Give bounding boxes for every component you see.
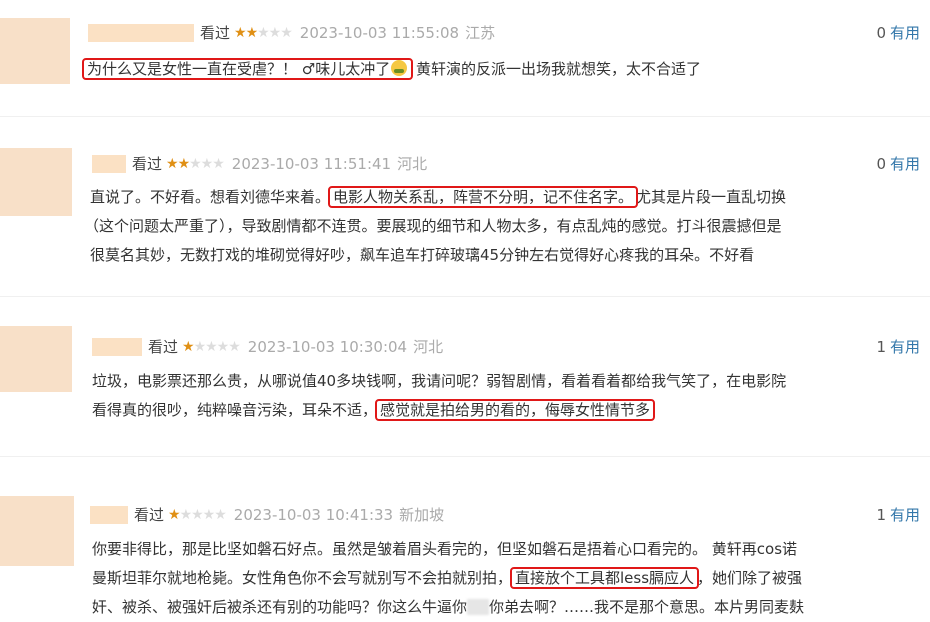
highlight-box: 电影人物关系乱，阵营不分明，记不住名字。 <box>328 186 639 208</box>
review-time: 2023-10-03 11:51:41 <box>231 154 392 173</box>
useful-button[interactable]: 有用 <box>890 506 920 524</box>
useful-count: 0 <box>876 24 886 42</box>
avatar[interactable] <box>0 326 72 392</box>
review-time: 2023-10-03 10:41:33 <box>233 505 394 524</box>
watched-label: 看过 <box>200 24 231 42</box>
review-location: 新加坡 <box>399 506 445 524</box>
rating-stars: ★★★★★ <box>182 338 241 355</box>
review-meta: 看过 ★★★★★ 2023-10-03 11:51:41 河北 <box>92 153 427 174</box>
useful-button[interactable]: 有用 <box>890 155 920 173</box>
useful-count: 0 <box>876 155 886 173</box>
divider <box>0 116 930 117</box>
review-text: 直说了。不好看。想看刘德华来着。 电影人物关系乱，阵营不分明，记不住名字。 尤其是片… <box>84 186 787 264</box>
useful-vote[interactable]: 1 有用 <box>876 504 920 525</box>
highlight-box: 感觉就是拍给男的看的，侮辱女性情节多 <box>375 399 656 421</box>
review-location: 河北 <box>397 155 428 173</box>
rating-stars: ★★★★★ <box>168 506 227 523</box>
highlight-box: 为什么又是女性一直在受虐？！ ♂味儿太冲了 <box>81 58 414 80</box>
rating-stars: ★★★★★ <box>166 155 225 172</box>
review-time: 2023-10-03 11:55:08 <box>299 23 460 42</box>
useful-button[interactable]: 有用 <box>890 338 920 356</box>
username[interactable] <box>92 154 126 173</box>
avatar[interactable] <box>0 148 72 216</box>
rating-stars: ★★★★★ <box>234 24 293 41</box>
review-text: 垃圾，电影票还那么贵，从哪说值40多块钱啊，我请问呢？弱智剧情，看着看着都给我气… <box>92 372 787 421</box>
avatar[interactable] <box>0 18 70 84</box>
divider <box>0 456 930 457</box>
review-location: 河北 <box>413 338 444 356</box>
review-time: 2023-10-03 10:30:04 <box>247 337 408 356</box>
review-meta: 看过 ★★★★★ 2023-10-03 10:41:33 新加坡 <box>90 504 444 525</box>
avatar[interactable] <box>0 496 74 566</box>
review-meta: 看过 ★★★★★ 2023-10-03 10:30:04 河北 <box>92 336 443 357</box>
watched-label: 看过 <box>134 506 165 524</box>
useful-count: 1 <box>876 338 886 356</box>
review-location: 江苏 <box>465 24 496 42</box>
divider <box>0 296 930 297</box>
username[interactable] <box>90 505 128 524</box>
review-text: 你要非得比，那是比坚如磐石好点。虽然是皱着眉头看完的，但坚如磐石是捂着心口看完的… <box>92 540 805 616</box>
useful-count: 1 <box>876 506 886 524</box>
watched-label: 看过 <box>132 155 163 173</box>
useful-vote[interactable]: 1 有用 <box>876 336 920 357</box>
useful-vote[interactable]: 0 有用 <box>876 153 920 174</box>
redacted-mask <box>467 599 490 615</box>
nauseated-face-icon <box>391 60 408 76</box>
review-meta: 看过 ★★★★★ 2023-10-03 11:55:08 江苏 <box>88 22 495 43</box>
highlight-box: 直接放个工具都less膈应人 <box>510 567 700 589</box>
useful-button[interactable]: 有用 <box>890 24 920 42</box>
username[interactable] <box>88 23 194 42</box>
review-text: 为什么又是女性一直在受虐？！ ♂味儿太冲了 黄轩演的反派一出场我就想笑，太不合适… <box>81 55 701 84</box>
watched-label: 看过 <box>148 338 179 356</box>
username[interactable] <box>92 337 142 356</box>
useful-vote[interactable]: 0 有用 <box>876 22 920 43</box>
